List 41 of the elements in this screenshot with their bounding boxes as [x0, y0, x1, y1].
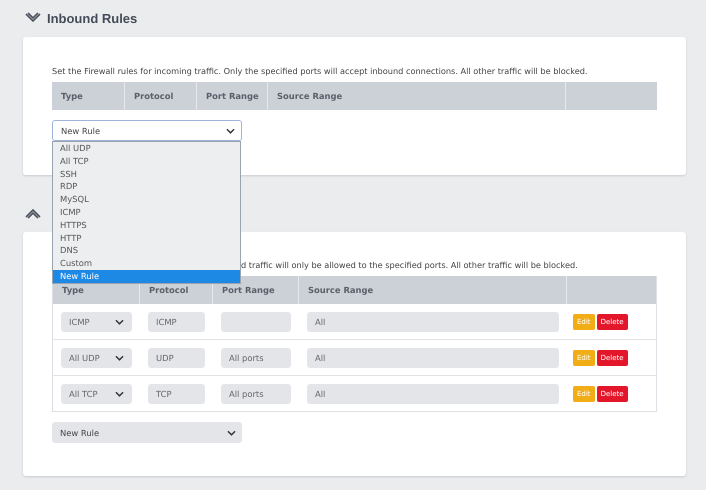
port-range-field[interactable]: All ports [221, 384, 291, 404]
column-header: Protocol [125, 82, 197, 110]
dropdown-option[interactable]: HTTP [53, 232, 240, 244]
caret-icon [115, 318, 124, 324]
dropdown-option[interactable]: HTTPS [53, 218, 240, 232]
type-select[interactable]: All UDP [61, 348, 132, 368]
dropdown-option[interactable]: All UDP [53, 142, 240, 155]
rule-select[interactable]: New Rule [52, 422, 242, 443]
source-range-field[interactable]: All [307, 384, 559, 404]
column-header: Type [52, 82, 125, 110]
source-range-field[interactable]: All [307, 312, 559, 332]
dropdown-option[interactable]: SSH [53, 168, 240, 180]
protocol-field[interactable]: UDP [148, 348, 205, 368]
dropdown-option[interactable]: RDP [53, 180, 240, 194]
chevron-icon[interactable] [25, 207, 41, 219]
caret-icon [115, 354, 124, 360]
protocol-field[interactable]: TCP [148, 384, 205, 404]
column-header: Source Range [299, 276, 567, 304]
section-title: Inbound Rules [47, 10, 138, 26]
dropdown-option[interactable]: New Rule [53, 270, 240, 283]
caret-icon [226, 128, 235, 134]
protocol-field[interactable]: ICMP [148, 312, 205, 332]
caret-icon [115, 390, 124, 396]
type-select[interactable]: All TCP [61, 384, 132, 404]
column-header: Port Range [213, 276, 299, 304]
rule-select[interactable]: New Rule [52, 120, 242, 141]
description: Set the Firewall rules for incoming traffic. Only the specified ports will accept inbound connections. All other traffic will be blocked. [52, 66, 589, 78]
dropdown-option[interactable]: Custom [53, 257, 240, 270]
column-header: Source Range [268, 82, 566, 110]
dropdown-option[interactable]: DNS [53, 244, 240, 258]
dropdown-option[interactable]: ICMP [53, 206, 240, 219]
caret-icon [227, 430, 236, 436]
column-header: Port Range [197, 82, 268, 110]
port-range-field[interactable]: All ports [221, 348, 291, 368]
type-select[interactable]: ICMP [61, 312, 132, 332]
dropdown-option[interactable]: MySQL [53, 193, 240, 206]
source-range-field[interactable]: All [307, 348, 559, 368]
description: d traffic will only be allowed to the specified ports. All other traffic will be blocked. [241, 260, 578, 270]
chevron-icon[interactable] [25, 12, 41, 24]
dropdown-option[interactable]: All TCP [53, 154, 240, 168]
port-range-field[interactable] [221, 312, 291, 332]
